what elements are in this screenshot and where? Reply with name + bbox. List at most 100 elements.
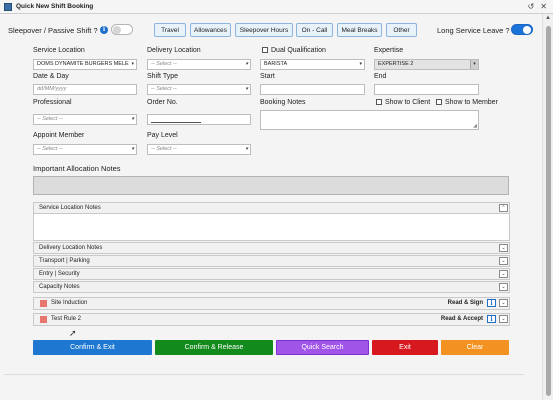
sleepover-toggle[interactable]: [111, 24, 133, 35]
start-input[interactable]: [260, 84, 365, 95]
confirm-exit-button[interactable]: Confirm & Exit: [33, 340, 152, 355]
professional-label: Professional: [33, 99, 72, 106]
long-service-label: Long Service Leave ?: [437, 26, 510, 35]
quick-search-button[interactable]: Quick Search: [276, 340, 369, 355]
select-arrow-icon: ▾: [245, 61, 248, 67]
sleepover-info-icon[interactable]: i: [100, 26, 108, 34]
end-label: End: [374, 73, 387, 80]
service-location-notes-body: [33, 214, 510, 241]
show-to-member-label: Show to Member: [445, 99, 498, 106]
accordion-capacity-notes[interactable]: Capacity Notes ⌄: [33, 281, 510, 293]
mouse-cursor-icon: ➚: [69, 328, 77, 338]
clear-button[interactable]: Clear: [441, 340, 509, 355]
rule-site-induction[interactable]: Site Induction Read & Sign i ⌄: [33, 297, 510, 310]
dual-qualification-checkbox[interactable]: [262, 47, 268, 53]
accordion-label: Delivery Location Notes: [39, 245, 103, 251]
app-icon: [4, 2, 12, 11]
select-arrow-icon: ▾: [470, 60, 478, 69]
accordion-delivery-location-notes[interactable]: Delivery Location Notes ⌄: [33, 242, 510, 254]
service-location-label: Service Location: [33, 47, 85, 54]
accordion-label: Service Location Notes: [39, 205, 101, 211]
tab-allowances[interactable]: Allowances: [190, 23, 231, 37]
service-location-value: DOMS DYNAMITE BURGERS MELE: [37, 61, 129, 67]
rule-action-label: Read & Sign: [447, 300, 483, 306]
select-arrow-icon: ▾: [131, 61, 134, 67]
scrollbar-thumb[interactable]: [546, 26, 551, 396]
appoint-member-select[interactable]: -- Select -- ▾: [33, 144, 137, 155]
window-controls: ↺ ✕: [528, 2, 547, 11]
booking-notes-label: Booking Notes: [260, 99, 306, 106]
scroll-up-icon[interactable]: ▲: [545, 15, 551, 21]
close-icon[interactable]: ✕: [540, 2, 547, 11]
chevron-down-icon[interactable]: ⌄: [499, 244, 508, 252]
long-service-toggle[interactable]: [511, 24, 533, 35]
tab-other[interactable]: Other: [386, 23, 417, 37]
select-arrow-icon: ▾: [245, 86, 248, 92]
tab-sleepover-hours[interactable]: Sleepover Hours: [235, 23, 293, 37]
accordion-label: Transport | Parking: [39, 258, 90, 264]
shift-type-select[interactable]: -- Select -- ▾: [147, 84, 251, 95]
exit-button[interactable]: Exit: [372, 340, 438, 355]
dual-qualification-label: Dual Qualification: [271, 47, 326, 54]
rule-status-swatch: [40, 300, 47, 307]
confirm-release-button[interactable]: Confirm & Release: [155, 340, 273, 355]
delivery-location-select[interactable]: -- Select -- ▾: [147, 59, 251, 70]
window-titlebar: Quick New Shift Booking ↺ ✕: [0, 0, 553, 14]
booking-notes-textarea[interactable]: ◢: [260, 110, 479, 130]
important-alloc-notes-label: Important Allocation Notes: [33, 164, 121, 173]
select-arrow-icon: ▾: [245, 146, 248, 152]
shift-type-label: Shift Type: [147, 73, 179, 80]
accordion-service-location-notes[interactable]: Service Location Notes ⌃: [33, 202, 510, 214]
restore-icon[interactable]: ↺: [528, 2, 535, 11]
date-placeholder: dd/MM/yyyy: [37, 86, 67, 92]
rule-label: Test Rule 2: [51, 316, 82, 322]
show-to-member-checkbox[interactable]: [436, 99, 442, 105]
toggle-knob: [523, 26, 531, 34]
accordion-label: Capacity Notes: [39, 284, 80, 290]
select-arrow-icon: ▾: [359, 61, 362, 67]
rule-info-icon[interactable]: i: [487, 315, 496, 323]
end-input[interactable]: [374, 84, 479, 95]
dual-qualification-select[interactable]: BARISTA ▾: [260, 59, 365, 70]
rule-label: Site Induction: [51, 300, 88, 306]
accordion-transport-parking[interactable]: Transport | Parking ⌄: [33, 255, 510, 267]
sleepover-label: Sleepover / Passive Shift ?: [8, 26, 98, 35]
accordion-label: Entry | Security: [39, 271, 80, 277]
tab-on-call[interactable]: On - Call: [296, 23, 333, 37]
toggle-knob: [113, 26, 121, 34]
vertical-scrollbar[interactable]: ▲: [542, 14, 553, 400]
dual-qualification-value: BARISTA: [264, 61, 288, 67]
tab-travel[interactable]: Travel: [154, 23, 186, 37]
service-location-select[interactable]: DOMS DYNAMITE BURGERS MELE ▾: [33, 59, 137, 70]
appoint-member-label: Appoint Member: [33, 132, 85, 139]
delivery-location-value: -- Select --: [151, 61, 177, 67]
pay-level-label: Pay Level: [147, 132, 178, 139]
delivery-location-label: Delivery Location: [147, 47, 201, 54]
rule-info-icon[interactable]: i: [487, 299, 496, 307]
chevron-up-icon[interactable]: ⌃: [499, 204, 508, 212]
professional-select[interactable]: -- Select -- ▾: [33, 114, 137, 125]
window-title: Quick New Shift Booking: [16, 3, 94, 10]
chevron-down-icon[interactable]: ⌄: [499, 283, 508, 291]
show-to-client-label: Show to Client: [385, 99, 431, 106]
pay-level-value: -- Select --: [151, 146, 177, 152]
resize-handle-icon[interactable]: ◢: [473, 123, 477, 129]
date-input[interactable]: dd/MM/yyyy: [33, 84, 137, 95]
chevron-down-icon[interactable]: ⌄: [499, 270, 508, 278]
pay-level-select[interactable]: -- Select -- ▾: [147, 144, 251, 155]
select-arrow-icon: ▾: [131, 116, 134, 122]
expertise-select[interactable]: EXPERTISE 2 ▾: [374, 59, 479, 70]
shift-type-value: -- Select --: [151, 86, 177, 92]
accordion-entry-security[interactable]: Entry | Security ⌄: [33, 268, 510, 280]
chevron-down-icon[interactable]: ⌄: [499, 299, 508, 307]
show-to-client-checkbox[interactable]: [376, 99, 382, 105]
chevron-down-icon[interactable]: ⌄: [499, 257, 508, 265]
footer-divider: [4, 374, 524, 375]
order-no-input[interactable]: [147, 114, 251, 125]
select-arrow-icon: ▾: [131, 146, 134, 152]
chevron-down-icon[interactable]: ⌄: [499, 315, 508, 323]
rule-test-rule-2[interactable]: Test Rule 2 Read & Accept i ⌄: [33, 313, 510, 326]
appoint-member-value: -- Select --: [37, 146, 63, 152]
tab-meal-breaks[interactable]: Meal Breaks: [337, 23, 382, 37]
professional-value: -- Select --: [37, 116, 63, 122]
